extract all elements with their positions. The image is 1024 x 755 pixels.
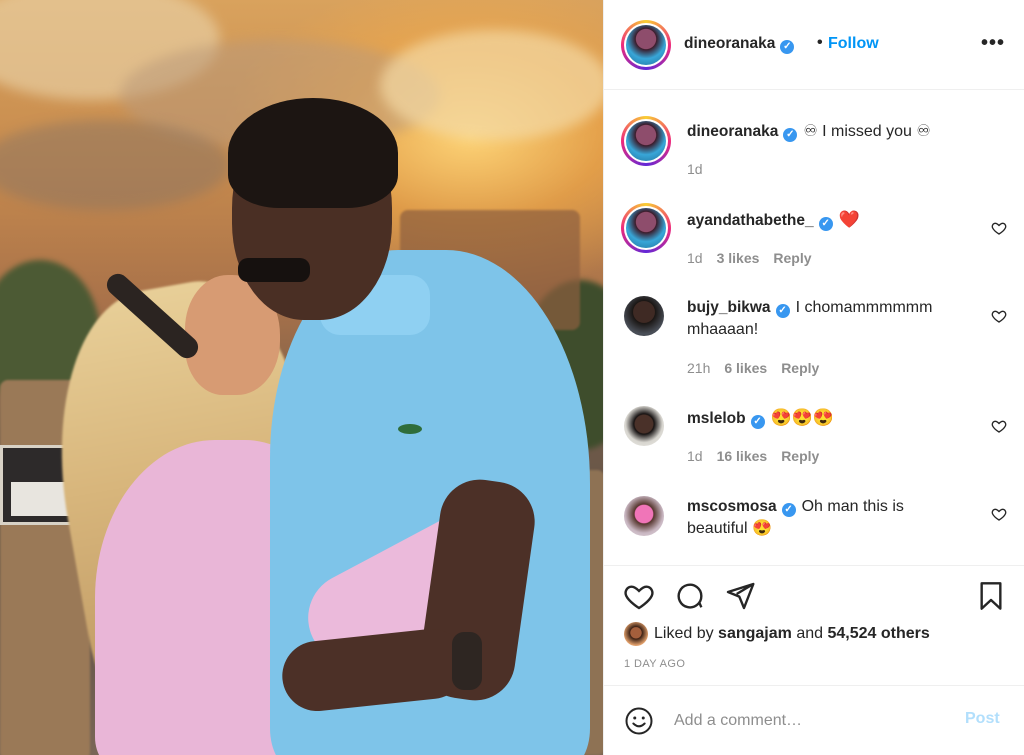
commenter-username[interactable]: ayandathabethe_ ✓	[687, 212, 833, 231]
comment-text: bujy_bikwa ✓ I chomammmmmm mhaaaan!	[687, 299, 933, 338]
like-comment-heart-icon[interactable]	[991, 418, 1007, 434]
shirt-logo	[398, 424, 422, 434]
share-paper-plane-icon[interactable]	[724, 580, 756, 612]
post-timestamp[interactable]: 1 DAY AGO	[624, 658, 685, 670]
caption-photo	[626, 121, 666, 161]
post-button[interactable]: Post	[965, 710, 1000, 728]
comment-item: ayandathabethe_ ✓ ❤️ 1d 3 likes Reply	[604, 200, 1024, 280]
comment-likes[interactable]: 3 likes	[717, 250, 760, 266]
follow-button[interactable]: Follow	[828, 35, 879, 53]
wristwatch	[452, 632, 482, 690]
like-comment-heart-icon[interactable]	[991, 220, 1007, 236]
reply-button[interactable]: Reply	[773, 250, 811, 266]
verified-badge-icon: ✓	[781, 503, 796, 517]
verified-badge-icon: ✓	[750, 415, 765, 429]
reply-button[interactable]: Reply	[781, 448, 819, 464]
verified-badge-icon: ✓	[775, 304, 790, 318]
commenter-avatar[interactable]	[621, 203, 671, 253]
commenter-avatar[interactable]	[624, 296, 664, 336]
commenter-username[interactable]: mslelob ✓	[687, 410, 765, 429]
comment-text: ayandathabethe_ ✓ ❤️	[687, 210, 860, 231]
like-comment-heart-icon[interactable]	[991, 308, 1007, 324]
author-photo	[626, 25, 666, 65]
sunglasses	[238, 258, 310, 282]
caption-username[interactable]: dineoranaka ✓	[687, 123, 798, 142]
commenter-username[interactable]: bujy_bikwa ✓	[687, 299, 790, 318]
comment-composer: Post	[604, 685, 1024, 755]
comment-input[interactable]	[674, 708, 944, 734]
save-bookmark-icon[interactable]	[975, 580, 1007, 612]
separator-dot: •	[817, 34, 823, 51]
caption-text: dineoranaka ✓ ♾ I missed you ♾	[687, 123, 931, 142]
cloud-shape	[380, 30, 603, 140]
post-header: dineoranaka ✓ • Follow •••	[604, 0, 1024, 90]
commenter-avatar[interactable]	[624, 406, 664, 446]
comment-meta: 21h 6 likes Reply	[687, 360, 820, 376]
post-photo[interactable]	[0, 0, 603, 755]
like-heart-icon[interactable]	[623, 580, 655, 612]
more-options-icon[interactable]: •••	[981, 32, 1005, 55]
caption-avatar[interactable]	[621, 116, 671, 166]
comment-meta: 1d 16 likes Reply	[687, 448, 820, 464]
comment-likes[interactable]: 16 likes	[717, 448, 768, 464]
comment-item: bujy_bikwa ✓ I chomammmmmm mhaaaan! 21h 6 l…	[604, 290, 1024, 390]
caption: dineoranaka ✓ ♾ I missed you ♾ 1d	[604, 105, 1024, 190]
commenter-username[interactable]: mscosmosa ✓	[687, 498, 796, 517]
reply-button[interactable]: Reply	[781, 360, 819, 376]
post-actions: Liked by sangajam and 54,524 others 1 DA…	[604, 565, 1024, 685]
emoji-smiley-icon[interactable]	[624, 706, 654, 736]
caption-meta: 1d	[687, 161, 703, 177]
verified-badge-icon: ✓	[783, 128, 798, 142]
liker-avatar[interactable]	[624, 622, 648, 646]
verified-badge-icon: ✓	[780, 40, 795, 54]
like-comment-heart-icon[interactable]	[991, 506, 1007, 522]
author-username[interactable]: dineoranaka ✓	[684, 35, 795, 54]
liked-by: Liked by sangajam and 54,524 others	[624, 621, 930, 647]
post-sidebar: dineoranaka ✓ • Follow ••• dineoranaka ✓ ♾ …	[603, 0, 1024, 755]
comment-text: mslelob ✓ 😍😍😍	[687, 408, 835, 429]
comment-likes[interactable]: 6 likes	[724, 360, 767, 376]
comment-item: mscosmosa ✓ Oh man this is beautiful 😍	[604, 490, 1024, 560]
liker-username[interactable]: sangajam	[718, 625, 792, 643]
comment-text: mscosmosa ✓ Oh man this is beautiful 😍	[687, 498, 904, 537]
commenter-avatar[interactable]	[624, 496, 664, 536]
comment-item: mslelob ✓ 😍😍😍 1d 16 likes Reply	[604, 400, 1024, 480]
man-hair	[228, 98, 398, 208]
comment-meta: 1d 3 likes Reply	[687, 250, 812, 266]
commenter-photo	[626, 208, 666, 248]
verified-badge-icon: ✓	[818, 217, 833, 231]
likes-count[interactable]: 54,524 others	[827, 625, 929, 643]
author-avatar[interactable]	[621, 20, 671, 70]
cloud-shape	[0, 120, 230, 210]
comment-bubble-icon[interactable]	[674, 580, 706, 612]
